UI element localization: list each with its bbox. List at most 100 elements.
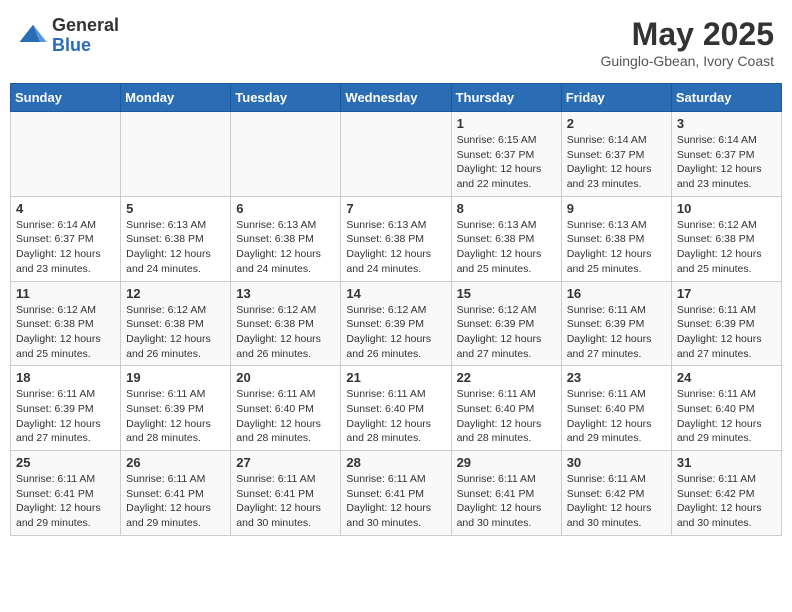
- day-number: 17: [677, 286, 776, 301]
- calendar-cell: 16Sunrise: 6:11 AM Sunset: 6:39 PM Dayli…: [561, 281, 671, 366]
- calendar-cell: 4 Sunrise: 6:14 AM Sunset: 6:37 PM Daylig…: [11, 196, 121, 281]
- calendar-cell: 18Sunrise: 6:11 AM Sunset: 6:39 PM Dayli…: [11, 366, 121, 451]
- day-info: Sunrise: 6:12 AM Sunset: 6:39 PM Dayligh…: [457, 303, 556, 362]
- day-number: 23: [567, 370, 666, 385]
- day-info: Sunrise: 6:11 AM Sunset: 6:40 PM Dayligh…: [567, 387, 666, 446]
- day-number: 7: [346, 201, 445, 216]
- day-info: Sunrise: 6:15 AM Sunset: 6:37 PM Dayligh…: [457, 133, 556, 192]
- calendar-cell: 10Sunrise: 6:12 AM Sunset: 6:38 PM Dayli…: [671, 196, 781, 281]
- calendar-table: SundayMondayTuesdayWednesdayThursdayFrid…: [10, 83, 782, 536]
- calendar-cell: 27 Sunrise: 6:11 AM Sunset: 6:41 PM Dayli…: [231, 451, 341, 536]
- day-info: Sunrise: 6:12 AM Sunset: 6:38 PM Dayligh…: [126, 303, 225, 362]
- calendar-cell: 2 Sunrise: 6:14 AM Sunset: 6:37 PM Daylig…: [561, 112, 671, 197]
- day-info: Sunrise: 6:14 AM Sunset: 6:37 PM Dayligh…: [567, 133, 666, 192]
- calendar-cell: [121, 112, 231, 197]
- calendar-cell: 11 Sunrise: 6:12 AM Sunset: 6:38 PM Dayli…: [11, 281, 121, 366]
- page-header: General Blue May 2025 Guinglo-Gbean, Ivo…: [10, 10, 782, 75]
- day-number: 15: [457, 286, 556, 301]
- calendar-cell: 26Sunrise: 6:11 AM Sunset: 6:41 PM Dayli…: [121, 451, 231, 536]
- weekday-header: Sunday: [11, 84, 121, 112]
- day-number: 8: [457, 201, 556, 216]
- day-info: Sunrise: 6:11 AM Sunset: 6:41 PM Dayligh…: [16, 472, 115, 531]
- day-info: Sunrise: 6:13 AM Sunset: 6:38 PM Dayligh…: [236, 218, 335, 277]
- calendar-cell: [231, 112, 341, 197]
- calendar-cell: 5 Sunrise: 6:13 AM Sunset: 6:38 PM Daylig…: [121, 196, 231, 281]
- calendar-cell: 20 Sunrise: 6:11 AM Sunset: 6:40 PM Dayli…: [231, 366, 341, 451]
- month-title: May 2025: [600, 16, 774, 53]
- calendar-cell: 15 Sunrise: 6:12 AM Sunset: 6:39 PM Dayli…: [451, 281, 561, 366]
- day-info: Sunrise: 6:11 AM Sunset: 6:41 PM Dayligh…: [236, 472, 335, 531]
- calendar-week-row: 25Sunrise: 6:11 AM Sunset: 6:41 PM Dayli…: [11, 451, 782, 536]
- day-number: 28: [346, 455, 445, 470]
- day-number: 24: [677, 370, 776, 385]
- weekday-header: Monday: [121, 84, 231, 112]
- day-number: 29: [457, 455, 556, 470]
- day-info: Sunrise: 6:12 AM Sunset: 6:38 PM Dayligh…: [677, 218, 776, 277]
- day-info: Sunrise: 6:11 AM Sunset: 6:40 PM Dayligh…: [457, 387, 556, 446]
- day-info: Sunrise: 6:11 AM Sunset: 6:39 PM Dayligh…: [677, 303, 776, 362]
- calendar-cell: 22 Sunrise: 6:11 AM Sunset: 6:40 PM Dayli…: [451, 366, 561, 451]
- calendar-cell: 30 Sunrise: 6:11 AM Sunset: 6:42 PM Dayli…: [561, 451, 671, 536]
- day-info: Sunrise: 6:11 AM Sunset: 6:42 PM Dayligh…: [567, 472, 666, 531]
- day-number: 26: [126, 455, 225, 470]
- day-number: 6: [236, 201, 335, 216]
- weekday-header: Friday: [561, 84, 671, 112]
- calendar-cell: 29 Sunrise: 6:11 AM Sunset: 6:41 PM Dayli…: [451, 451, 561, 536]
- day-info: Sunrise: 6:12 AM Sunset: 6:38 PM Dayligh…: [236, 303, 335, 362]
- day-number: 4: [16, 201, 115, 216]
- calendar-week-row: 4 Sunrise: 6:14 AM Sunset: 6:37 PM Daylig…: [11, 196, 782, 281]
- calendar-week-row: 11 Sunrise: 6:12 AM Sunset: 6:38 PM Dayli…: [11, 281, 782, 366]
- day-number: 22: [457, 370, 556, 385]
- day-number: 14: [346, 286, 445, 301]
- calendar-cell: [11, 112, 121, 197]
- day-info: Sunrise: 6:13 AM Sunset: 6:38 PM Dayligh…: [346, 218, 445, 277]
- day-number: 27: [236, 455, 335, 470]
- weekday-header-row: SundayMondayTuesdayWednesdayThursdayFrid…: [11, 84, 782, 112]
- location-subtitle: Guinglo-Gbean, Ivory Coast: [600, 53, 774, 69]
- day-number: 20: [236, 370, 335, 385]
- day-info: Sunrise: 6:14 AM Sunset: 6:37 PM Dayligh…: [16, 218, 115, 277]
- logo: General Blue: [18, 16, 119, 56]
- logo-icon: [18, 21, 48, 51]
- calendar-cell: 12 Sunrise: 6:12 AM Sunset: 6:38 PM Dayli…: [121, 281, 231, 366]
- day-number: 2: [567, 116, 666, 131]
- calendar-cell: 21Sunrise: 6:11 AM Sunset: 6:40 PM Dayli…: [341, 366, 451, 451]
- day-number: 3: [677, 116, 776, 131]
- weekday-header: Wednesday: [341, 84, 451, 112]
- day-number: 9: [567, 201, 666, 216]
- day-info: Sunrise: 6:11 AM Sunset: 6:40 PM Dayligh…: [677, 387, 776, 446]
- calendar-cell: 13 Sunrise: 6:12 AM Sunset: 6:38 PM Dayli…: [231, 281, 341, 366]
- day-info: Sunrise: 6:11 AM Sunset: 6:41 PM Dayligh…: [346, 472, 445, 531]
- day-info: Sunrise: 6:11 AM Sunset: 6:42 PM Dayligh…: [677, 472, 776, 531]
- day-info: Sunrise: 6:11 AM Sunset: 6:40 PM Dayligh…: [236, 387, 335, 446]
- calendar-cell: 17 Sunrise: 6:11 AM Sunset: 6:39 PM Dayli…: [671, 281, 781, 366]
- day-info: Sunrise: 6:11 AM Sunset: 6:39 PM Dayligh…: [16, 387, 115, 446]
- calendar-cell: 7 Sunrise: 6:13 AM Sunset: 6:38 PM Daylig…: [341, 196, 451, 281]
- calendar-cell: [341, 112, 451, 197]
- calendar-cell: 24 Sunrise: 6:11 AM Sunset: 6:40 PM Dayli…: [671, 366, 781, 451]
- day-number: 30: [567, 455, 666, 470]
- day-info: Sunrise: 6:12 AM Sunset: 6:39 PM Dayligh…: [346, 303, 445, 362]
- day-number: 19: [126, 370, 225, 385]
- weekday-header: Tuesday: [231, 84, 341, 112]
- day-number: 5: [126, 201, 225, 216]
- day-info: Sunrise: 6:11 AM Sunset: 6:41 PM Dayligh…: [457, 472, 556, 531]
- calendar-cell: 9 Sunrise: 6:13 AM Sunset: 6:38 PM Daylig…: [561, 196, 671, 281]
- day-number: 13: [236, 286, 335, 301]
- calendar-cell: 1Sunrise: 6:15 AM Sunset: 6:37 PM Daylig…: [451, 112, 561, 197]
- logo-blue-text: Blue: [52, 36, 119, 56]
- calendar-cell: 3Sunrise: 6:14 AM Sunset: 6:37 PM Daylig…: [671, 112, 781, 197]
- logo-text: General Blue: [52, 16, 119, 56]
- day-number: 11: [16, 286, 115, 301]
- day-number: 31: [677, 455, 776, 470]
- day-info: Sunrise: 6:13 AM Sunset: 6:38 PM Dayligh…: [126, 218, 225, 277]
- day-info: Sunrise: 6:12 AM Sunset: 6:38 PM Dayligh…: [16, 303, 115, 362]
- day-info: Sunrise: 6:13 AM Sunset: 6:38 PM Dayligh…: [567, 218, 666, 277]
- day-number: 21: [346, 370, 445, 385]
- logo-general-text: General: [52, 16, 119, 36]
- calendar-cell: 6 Sunrise: 6:13 AM Sunset: 6:38 PM Daylig…: [231, 196, 341, 281]
- calendar-cell: 14 Sunrise: 6:12 AM Sunset: 6:39 PM Dayli…: [341, 281, 451, 366]
- title-block: May 2025 Guinglo-Gbean, Ivory Coast: [600, 16, 774, 69]
- day-number: 12: [126, 286, 225, 301]
- day-info: Sunrise: 6:11 AM Sunset: 6:39 PM Dayligh…: [567, 303, 666, 362]
